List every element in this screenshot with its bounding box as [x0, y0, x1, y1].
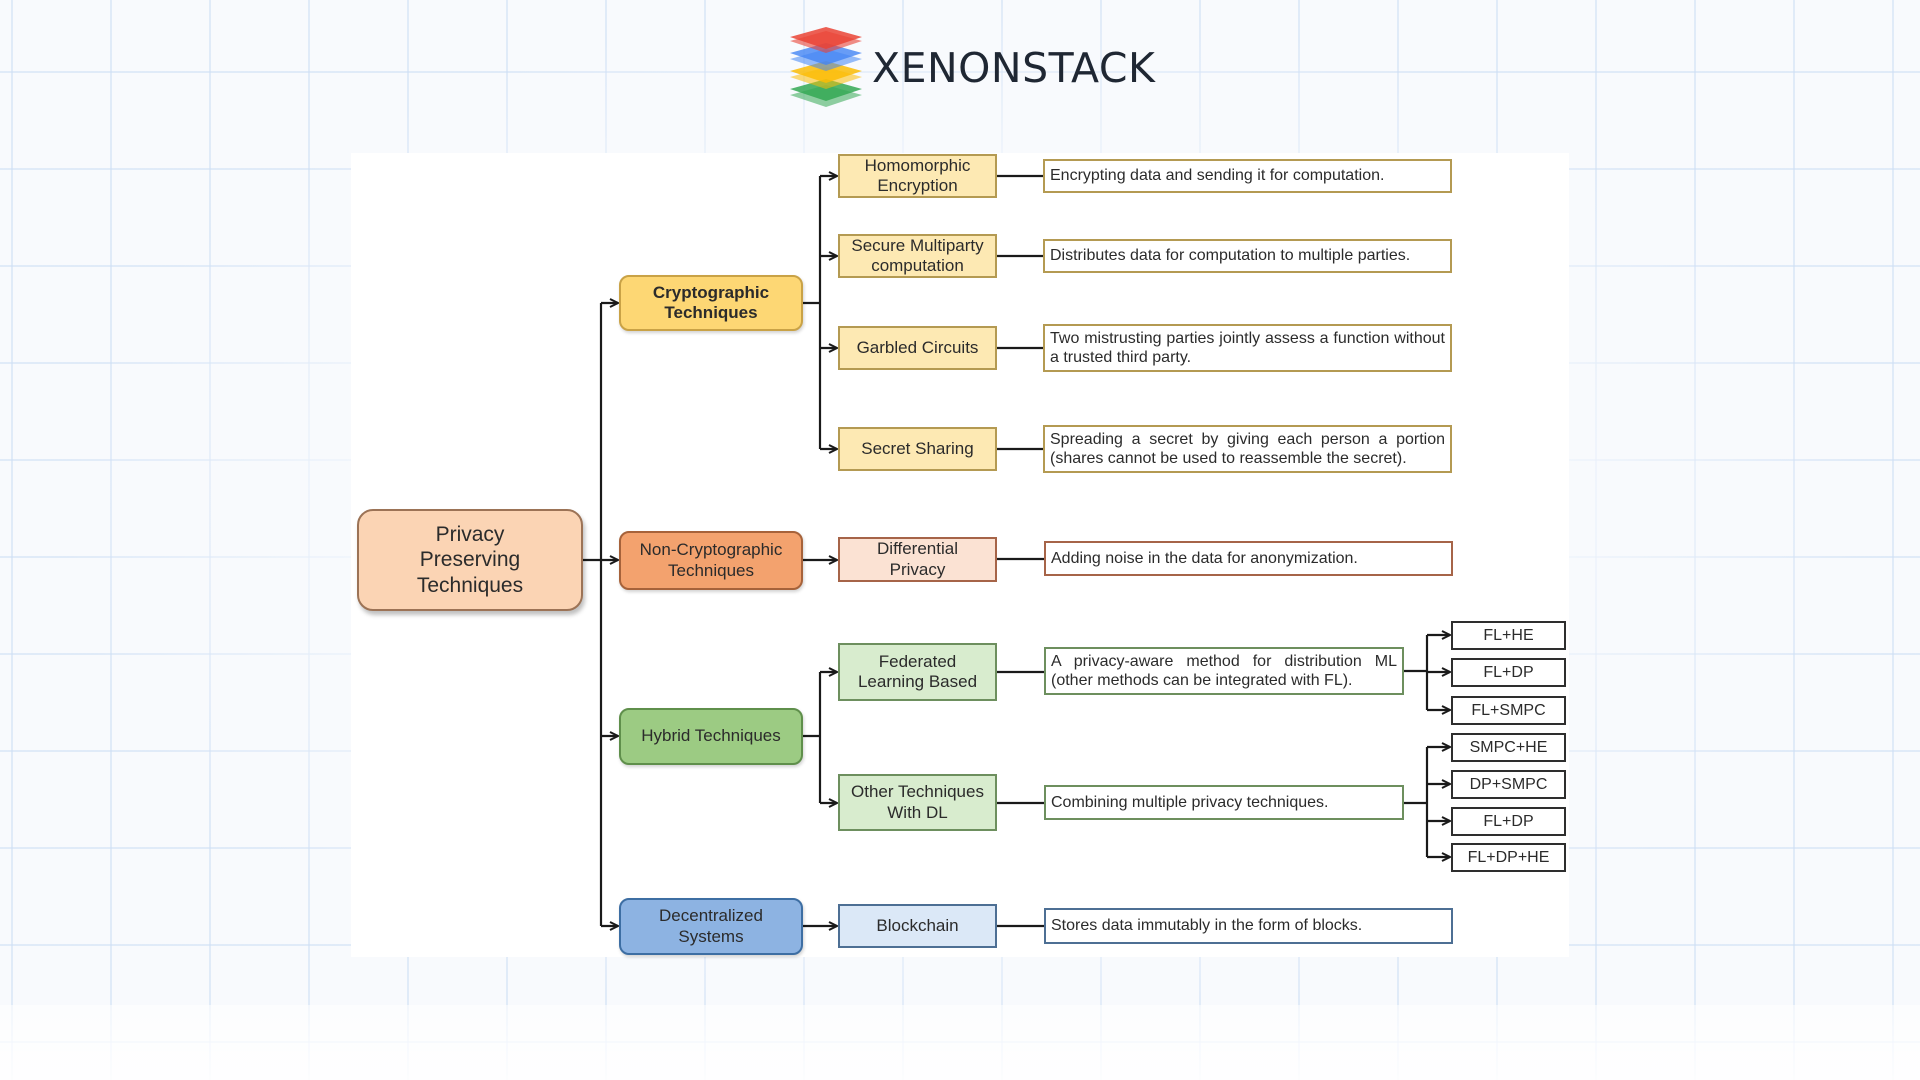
- combo-label: FL+SMPC: [1471, 701, 1546, 719]
- combo-label: SMPC+HE: [1469, 738, 1548, 756]
- description-text: Two mistrusting parties jointly assess a…: [1050, 329, 1445, 366]
- description-text: Adding noise in the data for anonymizati…: [1051, 549, 1358, 567]
- description-homomorphic-encryption: Encrypting data and sending it for compu…: [1043, 159, 1452, 193]
- combo-label: FL+DP+HE: [1467, 848, 1550, 866]
- technique-label: Federated Learning Based: [857, 651, 978, 691]
- technique-differential-privacy: Differential Privacy: [838, 537, 997, 582]
- technique-label: Other Techniques With DL: [851, 782, 984, 822]
- combo-label: FL+HE: [1483, 626, 1534, 644]
- description-text: A privacy-aware method for distribution …: [1051, 652, 1397, 689]
- technique-label: Secret Sharing: [861, 438, 974, 458]
- technique-secret-sharing: Secret Sharing: [838, 427, 997, 471]
- description-secure-multiparty: Distributes data for computation to mult…: [1043, 239, 1452, 273]
- combo-fl-dp: FL+DP: [1451, 658, 1566, 687]
- technique-other-with-dl: Other Techniques With DL: [838, 774, 997, 831]
- description-text: Spreading a secret by giving each person…: [1050, 430, 1445, 467]
- category-decentralized: Decentralized Systems: [619, 898, 803, 955]
- combo-fl-he: FL+HE: [1451, 621, 1566, 650]
- technique-label: Homomorphic Encryption: [864, 155, 971, 195]
- technique-label: Secure Multiparty computation: [851, 235, 984, 275]
- brand-name: XENONSTACK: [872, 44, 1156, 92]
- combo-label: FL+DP: [1483, 663, 1534, 681]
- technique-secure-multiparty: Secure Multiparty computation: [838, 234, 997, 278]
- background-fade: [0, 1005, 1920, 1080]
- technique-label: Garbled Circuits: [856, 337, 979, 357]
- description-garbled-circuits: Two mistrusting parties jointly assess a…: [1043, 324, 1452, 372]
- category-label: Hybrid Techniques: [641, 726, 781, 746]
- combo-fl-smpc: FL+SMPC: [1451, 696, 1566, 725]
- combo-label: FL+DP: [1483, 812, 1534, 830]
- stacked-layers-icon: [790, 27, 862, 107]
- combo-dp-smpc: DP+SMPC: [1451, 770, 1566, 799]
- description-text: Combining multiple privacy techniques.: [1051, 793, 1329, 811]
- category-non-cryptographic: Non-Cryptographic Techniques: [619, 531, 803, 590]
- category-label: Decentralized Systems: [659, 906, 763, 946]
- category-label: Cryptographic Techniques: [652, 282, 770, 322]
- category-cryptographic: Cryptographic Techniques: [619, 275, 803, 331]
- description-text: Encrypting data and sending it for compu…: [1050, 167, 1385, 185]
- technique-label: Differential Privacy: [877, 539, 958, 579]
- brand-logo: XENONSTACK: [788, 26, 1155, 110]
- combo-fl-dp-he: FL+DP+HE: [1451, 843, 1566, 872]
- description-text: Stores data immutably in the form of blo…: [1051, 917, 1363, 935]
- technique-blockchain: Blockchain: [838, 904, 997, 948]
- description-other-with-dl: Combining multiple privacy techniques.: [1044, 785, 1404, 820]
- technique-homomorphic-encryption: Homomorphic Encryption: [838, 154, 997, 198]
- technique-federated-learning: Federated Learning Based: [838, 643, 997, 701]
- category-hybrid: Hybrid Techniques: [619, 708, 803, 765]
- combo-smpc-he: SMPC+HE: [1451, 733, 1566, 762]
- category-label: Non-Cryptographic Techniques: [639, 540, 783, 580]
- description-blockchain: Stores data immutably in the form of blo…: [1044, 908, 1453, 944]
- description-secret-sharing: Spreading a secret by giving each person…: [1043, 425, 1452, 473]
- combo-label: DP+SMPC: [1469, 775, 1548, 793]
- diagram-canvas: Privacy Preserving Techniques Cryptograp…: [351, 153, 1569, 957]
- combo-fl-dp-2: FL+DP: [1451, 807, 1566, 836]
- technique-garbled-circuits: Garbled Circuits: [838, 326, 997, 370]
- technique-label: Blockchain: [876, 915, 959, 935]
- root-node: Privacy Preserving Techniques: [357, 509, 583, 611]
- description-differential-privacy: Adding noise in the data for anonymizati…: [1044, 541, 1453, 576]
- description-federated-learning: A privacy-aware method for distribution …: [1044, 647, 1404, 695]
- root-label: Privacy Preserving Techniques: [416, 523, 524, 597]
- description-text: Distributes data for computation to mult…: [1050, 247, 1411, 265]
